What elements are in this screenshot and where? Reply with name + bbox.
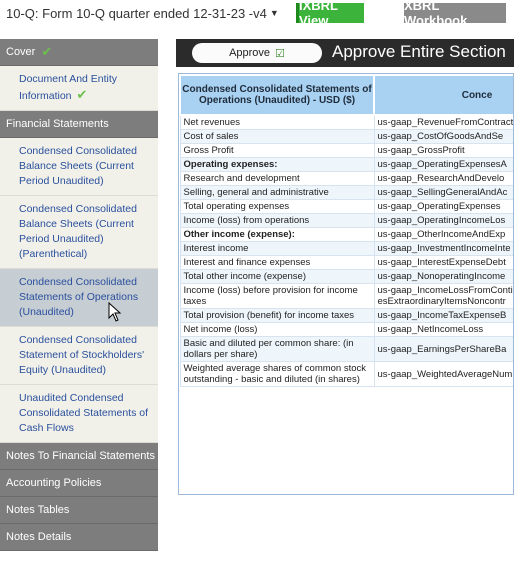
table-row[interactable]: Interest and finance expenses us-gaap_Int… xyxy=(179,255,513,270)
line-item-label: Income (loss) from operations xyxy=(179,213,375,228)
mouse-pointer-icon xyxy=(108,302,122,322)
document-selector[interactable]: 10-Q: Form 10-Q quarter ended 12-31-23 -… xyxy=(6,4,279,22)
sidebar-item-stockholders-equity[interactable]: Condensed Consolidated Statement of Stoc… xyxy=(0,327,158,385)
ixbrl-view-button[interactable]: iXBRL View xyxy=(296,0,364,28)
approve-label: Approve xyxy=(229,47,271,59)
section-label: Accounting Policies xyxy=(6,477,102,489)
item-label: Condensed Consolidated Balance Sheets (C… xyxy=(19,145,137,187)
line-item-label: Other income (expense): xyxy=(179,227,375,242)
line-item-label: Net revenues xyxy=(179,114,375,130)
concept-name: us-gaap_IncomeLossFromContinu esExtraord… xyxy=(373,283,513,309)
table-row[interactable]: Income (loss) before provision for incom… xyxy=(179,283,513,309)
concept-name: us-gaap_CostOfGoodsAndSe xyxy=(373,129,513,144)
item-label: Unaudited Condensed Consolidated Stateme… xyxy=(19,392,148,434)
sidebar: Cover ✔ Document And Entity Information … xyxy=(0,39,158,551)
checkmark-icon: ✔ xyxy=(76,87,88,102)
section-title: Approve Entire Section xyxy=(332,42,506,61)
sidebar-item-document-entity[interactable]: Document And Entity Information ✔ xyxy=(0,66,158,111)
checkmark-icon: ✔ xyxy=(41,44,53,59)
statement-table-container[interactable]: Condensed Consolidated Statements of Ope… xyxy=(178,73,514,495)
concept-name: us-gaap_IncomeTaxExpenseB xyxy=(373,308,513,323)
table-row[interactable]: Basic and diluted per common share: (in … xyxy=(179,336,513,362)
table-row[interactable]: Weighted average shares of common stock … xyxy=(179,361,513,387)
document-title: 10-Q: Form 10-Q quarter ended 12-31-23 -… xyxy=(6,5,267,21)
line-item-label: Weighted average shares of common stock … xyxy=(179,361,375,387)
section-label: Cover xyxy=(6,46,36,58)
table-row[interactable]: Income (loss) from operations us-gaap_Ope… xyxy=(179,213,513,228)
concept-name: us-gaap_GrossProfit xyxy=(373,143,513,158)
concept-name: us-gaap_RevenueFromContractW... Tax xyxy=(373,114,513,130)
line-item-label: Basic and diluted per common share: (in … xyxy=(179,336,375,362)
line-item-label: Cost of sales xyxy=(179,129,375,144)
item-label: Condensed Consolidated Balance Sheets (C… xyxy=(19,203,137,260)
sidebar-section-notes-to-financial-statements[interactable]: Notes To Financial Statements xyxy=(0,443,158,470)
approve-button[interactable]: Approve ☑ xyxy=(192,43,322,63)
concept-name: us-gaap_EarningsPerShareBa xyxy=(373,336,513,362)
table-row[interactable]: Gross Profit us-gaap_GrossProfit xyxy=(179,143,513,158)
section-label: Notes Details xyxy=(6,531,72,543)
concept-name: us-gaap_OperatingExpensesA xyxy=(373,157,513,172)
section-label: Notes To Financial Statements xyxy=(6,450,155,462)
concept-name: us-gaap_InterestExpenseDebt xyxy=(373,255,513,270)
table-row[interactable]: Operating expenses: us-gaap_OperatingExpe… xyxy=(179,157,513,172)
item-label: Document And Entity Information xyxy=(19,73,118,102)
xbrl-workbook-button[interactable]: XBRL Workbook xyxy=(404,0,506,28)
concept-name: us-gaap_OtherIncomeAndExp xyxy=(373,227,513,242)
concept-name: us-gaap_OperatingExpenses xyxy=(373,199,513,214)
line-item-label: Total other income (expense) xyxy=(179,269,375,284)
line-item-label: Selling, general and administrative xyxy=(179,185,375,200)
line-item-label: Research and development xyxy=(179,171,375,186)
table-header-concept: Conce xyxy=(373,74,513,116)
sidebar-item-cash-flows[interactable]: Unaudited Condensed Consolidated Stateme… xyxy=(0,385,158,443)
table-row[interactable]: Total other income (expense) us-gaap_Nono… xyxy=(179,269,513,284)
concept-name: us-gaap_SellingGeneralAndAc xyxy=(373,185,513,200)
sidebar-section-cover[interactable]: Cover ✔ xyxy=(0,39,158,66)
table-row[interactable]: Total operating expenses us-gaap_Operatin… xyxy=(179,199,513,214)
statement-table: Condensed Consolidated Statements of Ope… xyxy=(179,74,513,387)
line-item-label: Gross Profit xyxy=(179,143,375,158)
table-header-row: Condensed Consolidated Statements of Ope… xyxy=(179,74,513,116)
table-row[interactable]: Total provision (benefit) for income tax… xyxy=(179,308,513,323)
concept-name: us-gaap_InvestmentIncomeInte xyxy=(373,241,513,256)
concept-name: us-gaap_ResearchAndDevelo xyxy=(373,171,513,186)
line-item-label: Operating expenses: xyxy=(179,157,375,172)
table-row[interactable]: Research and development us-gaap_Research… xyxy=(179,171,513,186)
approve-check-icon: ☑ xyxy=(275,47,285,60)
table-row[interactable]: Net income (loss) us-gaap_NetIncomeLoss xyxy=(179,322,513,337)
sidebar-item-balance-sheets[interactable]: Condensed Consolidated Balance Sheets (C… xyxy=(0,138,158,196)
table-row[interactable]: Cost of sales us-gaap_CostOfGoodsAndSe xyxy=(179,129,513,144)
sidebar-item-balance-sheets-parenthetical[interactable]: Condensed Consolidated Balance Sheets (C… xyxy=(0,196,158,269)
sidebar-section-notes-details[interactable]: Notes Details xyxy=(0,524,158,551)
main-panel: Approve ☑ Approve Entire Section Condens… xyxy=(176,39,514,495)
line-item-label: Income (loss) before provision for incom… xyxy=(179,283,375,309)
chevron-down-icon: ▼ xyxy=(269,8,279,18)
top-bar: 10-Q: Form 10-Q quarter ended 12-31-23 -… xyxy=(0,0,514,28)
table-header-statement: Condensed Consolidated Statements of Ope… xyxy=(179,74,375,116)
section-label: Financial Statements xyxy=(6,118,109,130)
line-item-label: Total operating expenses xyxy=(179,199,375,214)
table-row[interactable]: Other income (expense): us-gaap_OtherInco… xyxy=(179,227,513,242)
sidebar-section-accounting-policies[interactable]: Accounting Policies xyxy=(0,470,158,497)
section-header: Approve ☑ Approve Entire Section xyxy=(176,39,514,67)
table-row[interactable]: Net revenuesus-gaap_RevenueFromContractW… xyxy=(179,114,513,130)
concept-name: us-gaap_OperatingIncomeLos xyxy=(373,213,513,228)
line-item-label: Interest income xyxy=(179,241,375,256)
concept-name: us-gaap_WeightedAverageNumbe xyxy=(373,361,513,387)
line-item-label: Interest and finance expenses xyxy=(179,255,375,270)
concept-name: us-gaap_NetIncomeLoss xyxy=(373,322,513,337)
sidebar-section-financial-statements[interactable]: Financial Statements xyxy=(0,111,158,138)
line-item-label: Net income (loss) xyxy=(179,322,375,337)
table-row[interactable]: Interest income us-gaap_InvestmentIncomeI… xyxy=(179,241,513,256)
table-row[interactable]: Selling, general and administrative us-ga… xyxy=(179,185,513,200)
item-label: Condensed Consolidated Statement of Stoc… xyxy=(19,334,145,376)
line-item-label: Total provision (benefit) for income tax… xyxy=(179,308,375,323)
concept-name: us-gaap_NonoperatingIncome xyxy=(373,269,513,284)
section-label: Notes Tables xyxy=(6,504,70,516)
sidebar-item-statements-of-operations[interactable]: Condensed Consolidated Statements of Ope… xyxy=(0,269,158,327)
sidebar-section-notes-tables[interactable]: Notes Tables xyxy=(0,497,158,524)
